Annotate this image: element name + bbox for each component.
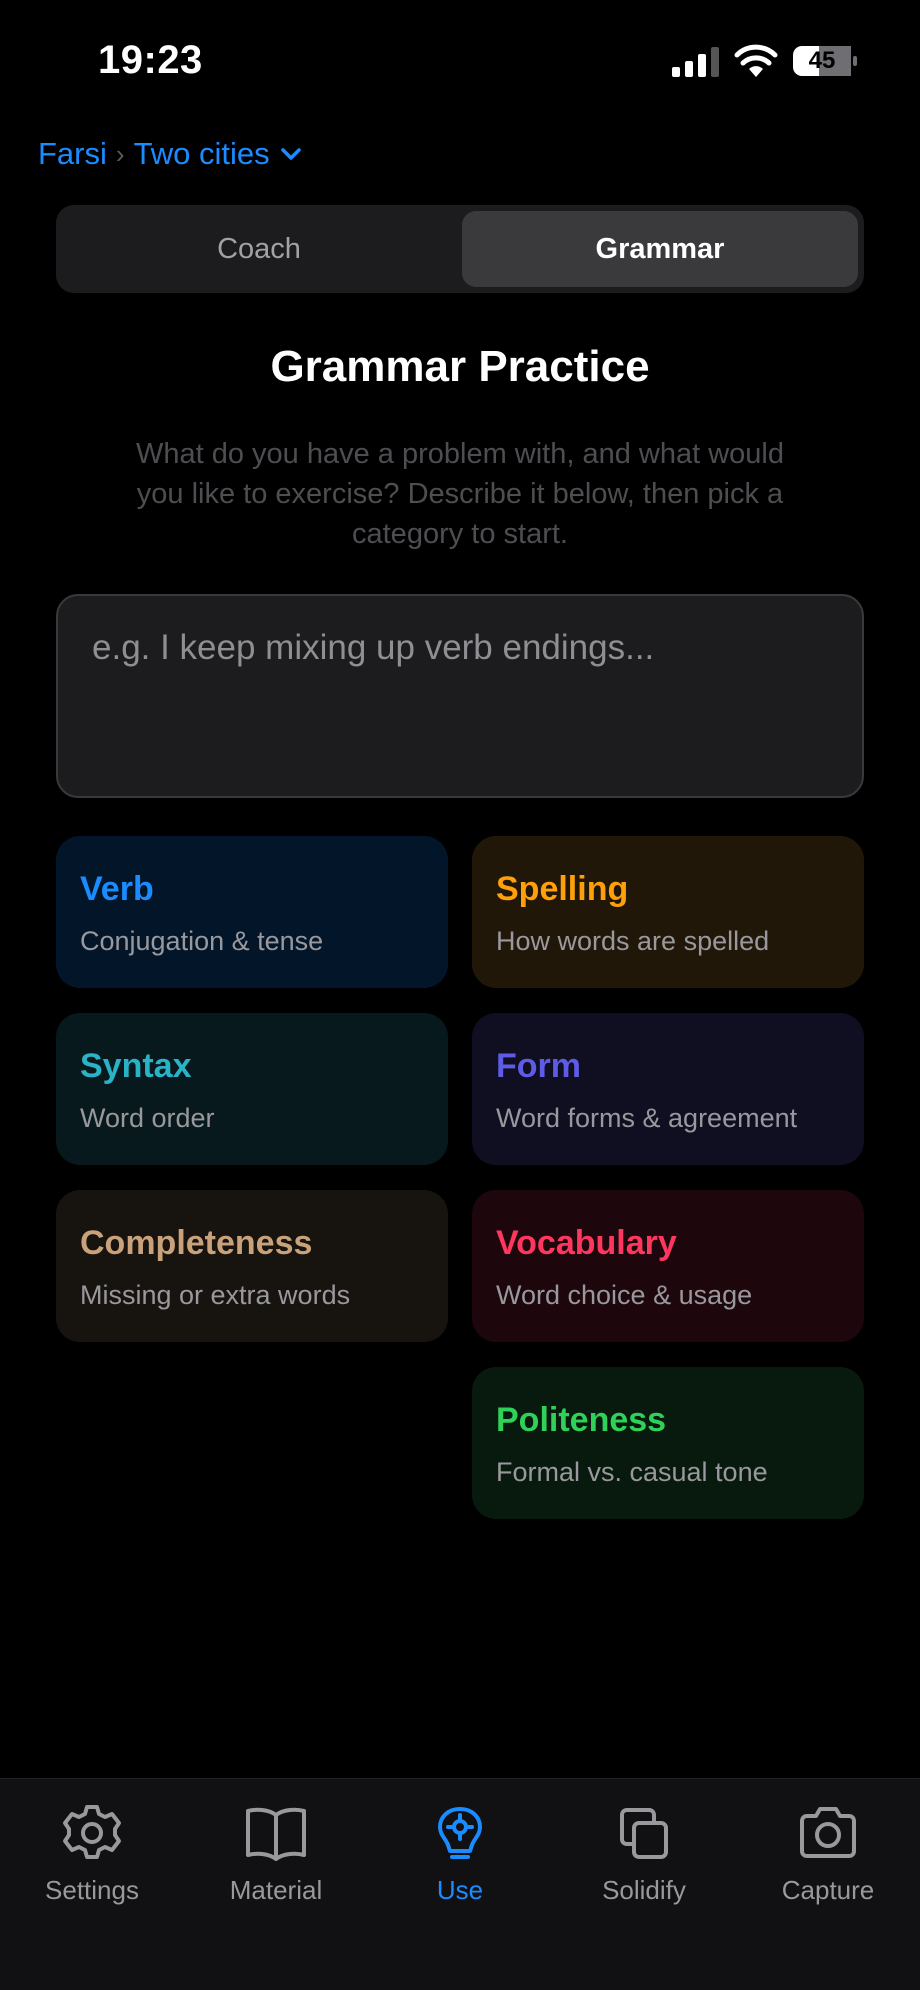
battery-icon: 45 bbox=[792, 44, 858, 78]
category-subtitle: Word choice & usage bbox=[496, 1280, 753, 1310]
tab-solidify[interactable]: Solidify bbox=[552, 1799, 736, 1919]
tab-label: Use bbox=[436, 1875, 484, 1905]
category-subtitle: Word order bbox=[80, 1103, 215, 1133]
battery-level: 45 bbox=[808, 47, 836, 74]
category-title: Syntax bbox=[80, 1047, 192, 1085]
category-subtitle: Missing or extra words bbox=[80, 1280, 351, 1310]
category-title: Completeness bbox=[80, 1224, 313, 1262]
category-title: Form bbox=[496, 1047, 581, 1085]
category-title: Verb bbox=[80, 870, 154, 908]
tab-label: Capture bbox=[781, 1875, 875, 1905]
breadcrumb-separator: › bbox=[115, 138, 125, 169]
breadcrumb: Farsi › Two cities bbox=[38, 134, 302, 174]
category-card-completeness[interactable]: Completeness Missing or extra words bbox=[56, 1190, 448, 1342]
app-screen: 19:23 45 Farsi › Two cities Coach Gramma… bbox=[0, 0, 920, 1990]
tab-bar: Settings Material Use Solidify Capture bbox=[0, 1778, 920, 1990]
gear-icon bbox=[63, 1805, 121, 1859]
tab-label: Solidify bbox=[602, 1875, 686, 1905]
category-subtitle: How words are spelled bbox=[496, 926, 770, 956]
category-card-form[interactable]: Form Word forms & agreement bbox=[472, 1013, 864, 1165]
cellular-signal-icon bbox=[672, 47, 719, 77]
tab-label: Material bbox=[229, 1875, 323, 1905]
category-card-vocabulary[interactable]: Vocabulary Word choice & usage bbox=[472, 1190, 864, 1342]
category-card-verb[interactable]: Verb Conjugation & tense bbox=[56, 836, 448, 988]
wifi-icon bbox=[734, 44, 778, 77]
category-subtitle: Conjugation & tense bbox=[80, 926, 324, 956]
mode-segmented-control: Coach Grammar bbox=[56, 205, 864, 293]
category-subtitle: Word forms & agreement bbox=[496, 1103, 798, 1133]
chevron-down-icon[interactable] bbox=[280, 147, 302, 161]
page-title: Grammar Practice bbox=[270, 342, 650, 391]
page-description: What do you have a problem with, and wha… bbox=[135, 438, 785, 550]
tab-capture[interactable]: Capture bbox=[736, 1799, 920, 1919]
category-title: Vocabulary bbox=[496, 1224, 677, 1262]
segment-grammar[interactable]: Grammar bbox=[462, 211, 858, 287]
breadcrumb-material[interactable]: Two cities bbox=[134, 136, 270, 172]
tab-label: Settings bbox=[45, 1875, 139, 1905]
tab-material[interactable]: Material bbox=[184, 1799, 368, 1919]
problem-description-input[interactable] bbox=[56, 594, 864, 798]
category-title: Politeness bbox=[496, 1401, 667, 1439]
category-subtitle: Formal vs. casual tone bbox=[496, 1457, 768, 1487]
category-card-spelling[interactable]: Spelling How words are spelled bbox=[472, 836, 864, 988]
copy-icon bbox=[620, 1808, 668, 1859]
status-time: 19:23 bbox=[98, 38, 203, 82]
book-icon bbox=[246, 1807, 306, 1861]
camera-icon bbox=[800, 1807, 856, 1858]
tab-use[interactable]: Use bbox=[368, 1799, 552, 1919]
status-bar: 19:23 45 bbox=[0, 0, 920, 120]
breadcrumb-language[interactable]: Farsi bbox=[38, 136, 107, 172]
category-card-syntax[interactable]: Syntax Word order bbox=[56, 1013, 448, 1165]
segment-coach[interactable]: Coach bbox=[62, 211, 456, 287]
category-title: Spelling bbox=[496, 870, 629, 908]
tab-settings[interactable]: Settings bbox=[0, 1799, 184, 1919]
brain-icon bbox=[438, 1807, 482, 1859]
category-card-politeness[interactable]: Politeness Formal vs. casual tone bbox=[472, 1367, 864, 1519]
